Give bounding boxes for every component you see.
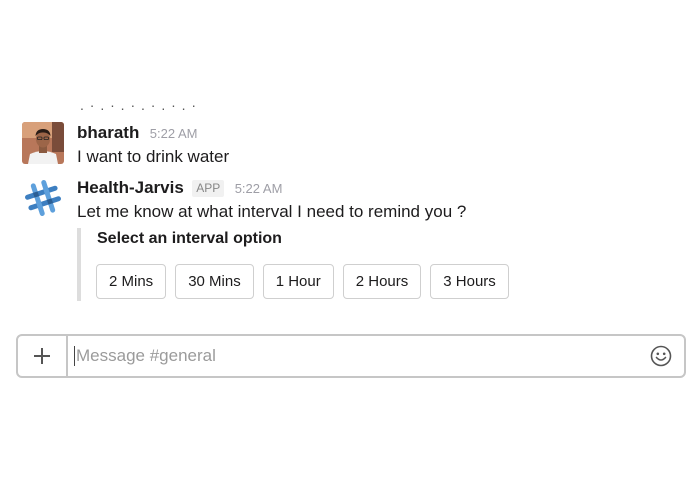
message-author[interactable]: bharath [77, 123, 139, 142]
interactive-attachment: Select an interval option 2 Mins 30 Mins… [77, 228, 521, 301]
message-author[interactable]: Health-Jarvis [77, 178, 184, 197]
emoji-button[interactable] [650, 345, 672, 367]
interval-button-2-hours[interactable]: 2 Hours [342, 264, 422, 299]
attachment-title: Select an interval option [97, 230, 282, 247]
message-composer [16, 334, 686, 378]
user-avatar[interactable] [22, 122, 64, 164]
interval-button-row: 2 Mins 30 Mins 1 Hour 2 Hours 3 Hours [96, 264, 509, 299]
plus-icon [34, 348, 50, 364]
slack-hash-icon [22, 177, 64, 219]
message-timestamp[interactable]: 5:22 AM [150, 126, 198, 141]
smiley-icon [650, 345, 672, 367]
add-attachment-button[interactable] [18, 336, 68, 376]
message-input[interactable] [76, 344, 636, 368]
app-badge: APP [192, 180, 225, 197]
text-caret [74, 346, 75, 366]
message-text: I want to drink water [77, 147, 230, 166]
interval-button-1-hour[interactable]: 1 Hour [262, 264, 334, 299]
message-text: Let me know at what interval I need to r… [77, 202, 467, 221]
interval-button-30-mins[interactable]: 30 Mins [175, 264, 254, 299]
interval-button-2-mins[interactable]: 2 Mins [96, 264, 167, 299]
message-timestamp[interactable]: 5:22 AM [235, 181, 283, 196]
previous-message-fragment: . · . · . · . · . · . · [80, 103, 198, 111]
user-avatar-image [22, 122, 64, 164]
bot-avatar[interactable] [22, 177, 64, 219]
interval-button-3-hours[interactable]: 3 Hours [430, 264, 509, 299]
